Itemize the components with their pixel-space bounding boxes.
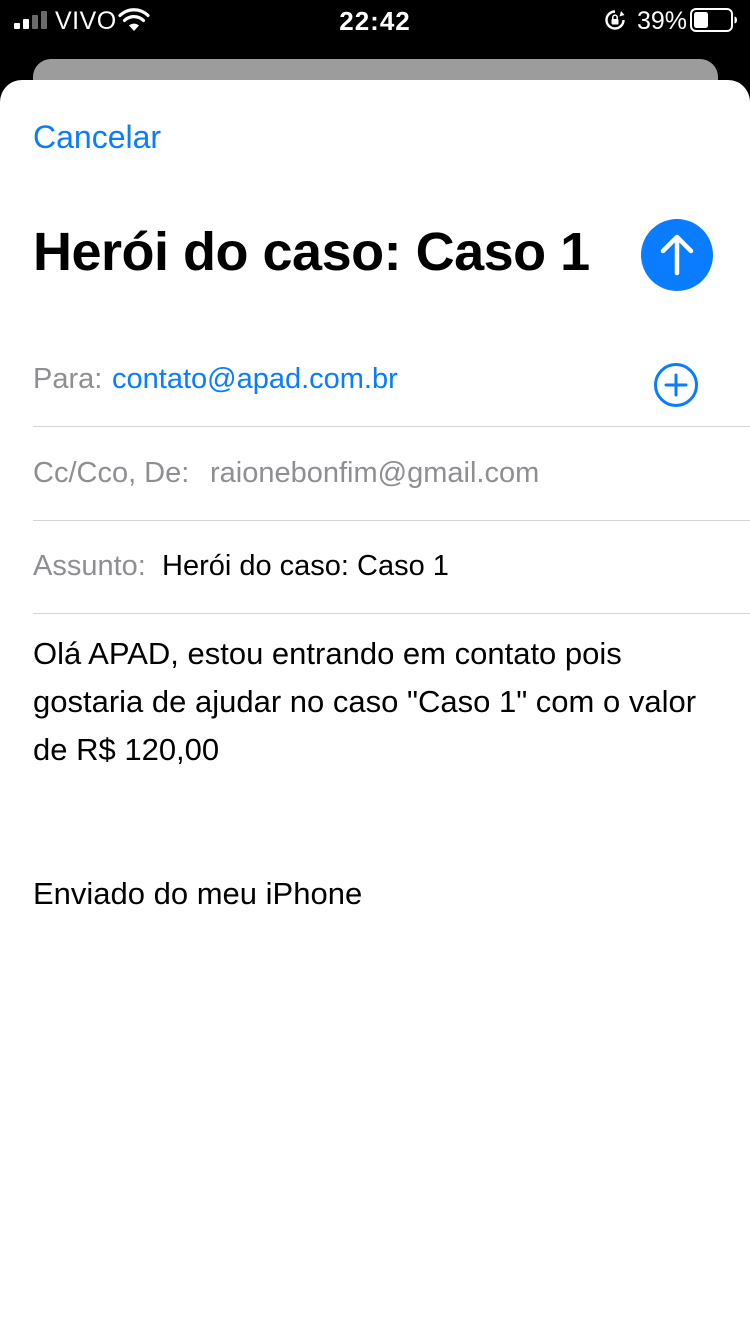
subject-label: Assunto:	[33, 550, 146, 582]
to-label: Para:	[33, 363, 103, 395]
subject-input[interactable]: Herói do caso: Caso 1	[162, 548, 449, 584]
send-button[interactable]	[641, 219, 713, 291]
from-address[interactable]: raionebonfim@gmail.com	[210, 455, 539, 491]
compose-sheet: Cancelar Herói do caso: Caso 1 Para: con…	[0, 80, 750, 1334]
compose-title: Herói do caso: Caso 1	[33, 222, 590, 282]
cc-from-label: Cc/Cco, De:	[33, 457, 190, 489]
battery-icon	[690, 8, 737, 32]
email-signature[interactable]: Enviado do meu iPhone	[33, 870, 362, 918]
cc-from-field-row[interactable]: Cc/Cco, De: raionebonfim@gmail.com	[33, 427, 750, 521]
status-bar: VIVO 22:42 39%	[0, 0, 750, 40]
message-body[interactable]: Olá APAD, estou entrando em contato pois…	[33, 630, 723, 774]
subject-field-row[interactable]: Assunto: Herói do caso: Caso 1	[33, 520, 750, 614]
to-field-row[interactable]: Para: contato@apad.com.br	[33, 333, 750, 427]
plus-circle-icon[interactable]	[653, 362, 699, 408]
to-recipient[interactable]: contato@apad.com.br	[112, 361, 398, 397]
cancel-button[interactable]: Cancelar	[33, 117, 161, 157]
rotation-lock-icon	[605, 10, 625, 30]
battery-percentage: 39%	[637, 7, 688, 35]
arrow-up-icon	[660, 234, 694, 276]
